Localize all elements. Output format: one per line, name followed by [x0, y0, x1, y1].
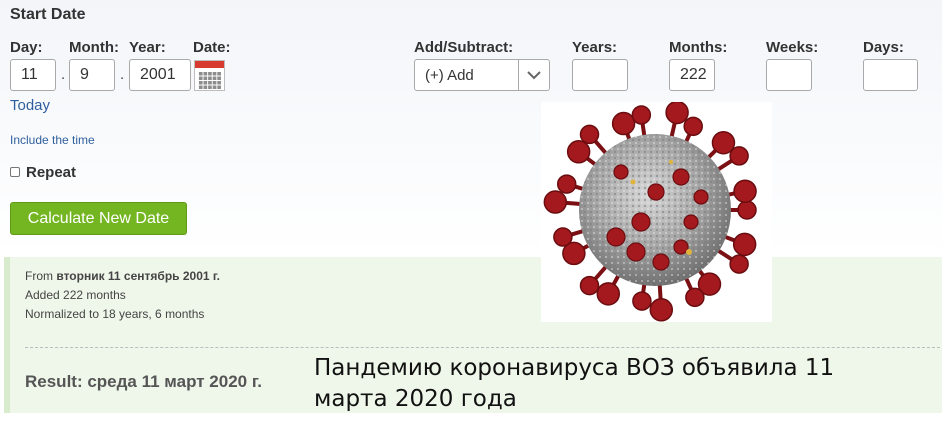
years-input[interactable] [572, 59, 628, 91]
repeat-label: Repeat [26, 164, 77, 181]
calculate-new-date-button[interactable]: Calculate New Date [10, 202, 187, 235]
date-separator: . [61, 66, 66, 83]
day-label: Day: [10, 39, 43, 56]
divider [25, 347, 942, 348]
days-input[interactable] [863, 59, 918, 91]
date-label: Date: [193, 39, 231, 56]
from-date: вторник 11 сентябрь 2001 г. [56, 269, 221, 283]
months-label: Months: [669, 39, 728, 56]
added-line: Added 222 months [25, 288, 126, 302]
add-subtract-select[interactable]: (+) Add [414, 59, 550, 91]
normalized-line: Normalized to 18 years, 6 months [25, 307, 205, 321]
result-text: Result: среда 11 март 2020 г. [25, 372, 262, 391]
month-label: Month: [69, 39, 119, 56]
add-subtract-label: Add/Subtract: [414, 39, 514, 56]
year-input[interactable]: 2001 [129, 59, 191, 91]
day-input[interactable]: 11 [10, 59, 56, 91]
from-prefix: From [25, 269, 57, 283]
weeks-input[interactable] [766, 59, 812, 91]
calendar-icon[interactable] [194, 60, 225, 91]
chevron-down-icon[interactable] [518, 60, 549, 90]
start-date-heading: Start Date [10, 6, 86, 23]
year-label: Year: [129, 39, 166, 56]
include-time-link[interactable]: Include the time [10, 133, 95, 147]
from-line: From вторник 11 сентябрь 2001 г. [25, 269, 220, 283]
add-subtract-selected: (+) Add [425, 67, 474, 84]
month-input[interactable]: 9 [69, 59, 115, 91]
weeks-label: Weeks: [766, 39, 819, 56]
repeat-checkbox[interactable] [10, 167, 20, 177]
caption-text: Пандемию коронавируса ВОЗ объявила 11 ма… [314, 355, 835, 412]
coronavirus-image [541, 100, 772, 322]
years-label: Years: [572, 39, 618, 56]
months-input[interactable]: 222 [669, 59, 715, 91]
today-link[interactable]: Today [10, 97, 50, 114]
date-separator: . [120, 66, 125, 83]
days-label: Days: [863, 39, 904, 56]
